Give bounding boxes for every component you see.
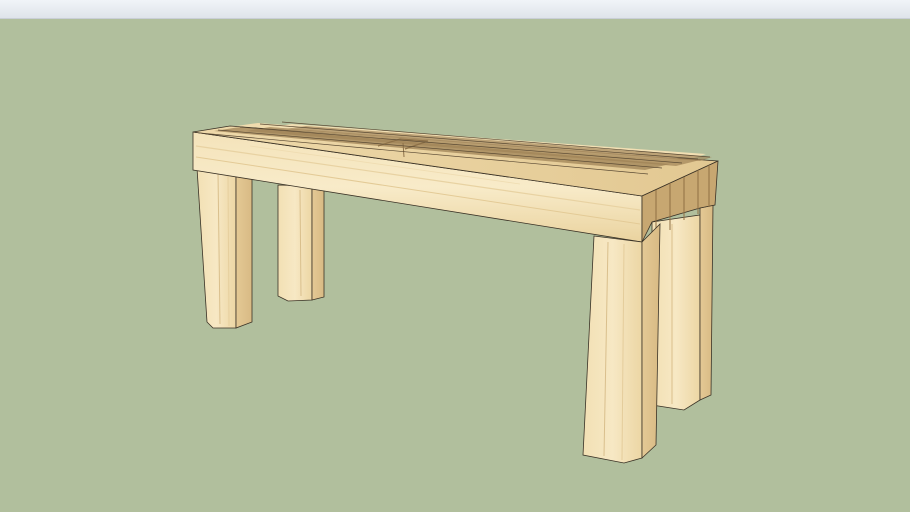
- front-left-leg: [196, 167, 253, 329]
- back-right-leg: [651, 204, 714, 411]
- bench-model: [192, 121, 719, 464]
- model-viewport[interactable]: [0, 0, 910, 512]
- front-right-leg: [582, 223, 661, 464]
- back-left-leg: [277, 184, 325, 302]
